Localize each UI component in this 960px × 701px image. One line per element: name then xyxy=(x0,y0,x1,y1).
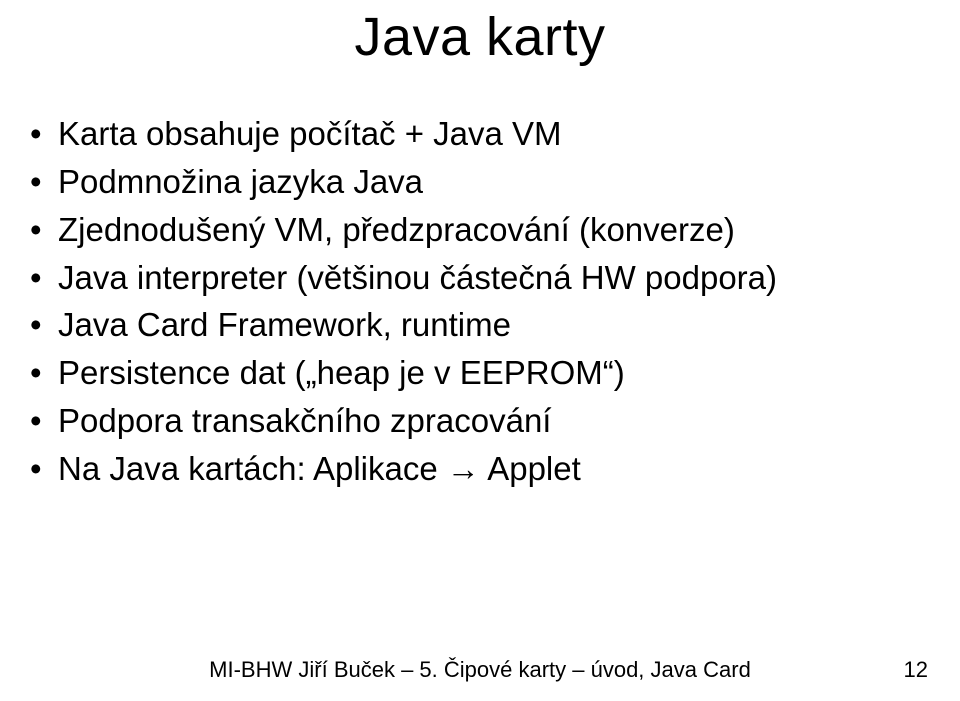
bullet-item: Persistence dat („heap je v EEPROM“) xyxy=(30,349,930,397)
slide: Java karty Karta obsahuje počítač + Java… xyxy=(0,0,960,701)
slide-content: Karta obsahuje počítač + Java VM Podmnož… xyxy=(30,110,930,493)
bullet-item: Podmnožina jazyka Java xyxy=(30,158,930,206)
bullet-item: Zjednodušený VM, předzpracování (konverz… xyxy=(30,206,930,254)
slide-title: Java karty xyxy=(0,6,960,68)
bullet-item: Java interpreter (většinou částečná HW p… xyxy=(30,254,930,302)
page-number: 12 xyxy=(904,657,928,683)
bullet-list: Karta obsahuje počítač + Java VM Podmnož… xyxy=(30,110,930,493)
bullet-item: Podpora transakčního zpracování xyxy=(30,397,930,445)
slide-footer: MI-BHW Jiří Buček – 5. Čipové karty – úv… xyxy=(0,657,960,683)
bullet-item: Na Java kartách: Aplikace → Applet xyxy=(30,445,930,493)
bullet-item: Java Card Framework, runtime xyxy=(30,301,930,349)
bullet-item: Karta obsahuje počítač + Java VM xyxy=(30,110,930,158)
